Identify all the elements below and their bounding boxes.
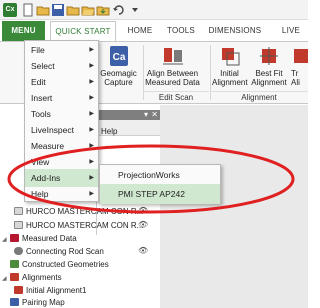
visibility-eye-icon[interactable]: 👁 xyxy=(138,246,148,255)
tree-item-label: HURCO MASTERCAM CON R... xyxy=(26,207,144,216)
tree-item-constructed-geometries[interactable]: Constructed Geometries xyxy=(2,259,109,271)
menu-item-label: Measure xyxy=(31,141,65,151)
align-between-icon xyxy=(162,48,183,65)
best-fit-icon xyxy=(260,47,278,65)
tab-quick-start[interactable]: QUICK START xyxy=(50,21,116,41)
chevron-right-icon: ▶ xyxy=(89,191,94,197)
add-ins-submenu: ProjectionWorks PMI STEP AP242 xyxy=(99,164,221,204)
help-panel-header: Help xyxy=(97,120,160,136)
tab-menu[interactable]: MENU xyxy=(2,21,45,41)
align-between-label: Align Between Measured Data xyxy=(145,69,200,87)
open-icon[interactable] xyxy=(36,3,50,17)
menu-item-label: Tools xyxy=(31,109,51,119)
tab-live[interactable]: LIVE xyxy=(274,21,308,41)
trailing-label: Tr Ali xyxy=(291,69,300,87)
cad-part-icon xyxy=(14,207,23,215)
geomagic-capture-label: Geomagic Capture xyxy=(100,69,137,87)
submenu-item-pmi-step-ap242[interactable]: PMI STEP AP242 xyxy=(100,184,220,204)
tree-item-initial-alignment1[interactable]: Initial Alignment1 xyxy=(14,285,86,297)
menu-item-label: File xyxy=(31,45,45,55)
align-between-button[interactable]: Align Between Measured Data xyxy=(141,45,204,87)
best-fit-alignment-button[interactable]: Best Fit Alignment xyxy=(249,45,289,87)
main-menu-dropdown: File ▶ Select ▶ Edit ▶ Insert ▶ Tools ▶ LiveI… xyxy=(24,40,99,202)
tree-item-pairing-map[interactable]: Pairing Map xyxy=(2,297,65,308)
tree-item-label: HURCO MASTERCAM CON R... xyxy=(26,221,144,230)
visibility-eye-icon[interactable]: 👁 xyxy=(138,220,148,229)
save-icon[interactable] xyxy=(51,3,65,17)
close-icon[interactable]: ✕ xyxy=(151,111,158,119)
trailing-button[interactable]: Tr Ali xyxy=(291,45,308,87)
tree-item-label: Constructed Geometries xyxy=(22,260,109,269)
menu-item-label: Add-Ins xyxy=(31,173,61,183)
initial-alignment-icon xyxy=(221,48,239,66)
panel-header: ▾ ✕ xyxy=(96,110,160,120)
geomagic-capture-button[interactable]: Ca Geomagic Capture xyxy=(96,45,141,87)
initial-alignment-button[interactable]: Initial Alignment xyxy=(212,45,248,87)
alignment-icon xyxy=(10,273,19,281)
tree-item-label: Pairing Map xyxy=(22,298,65,307)
svg-text:Ca: Ca xyxy=(112,52,125,63)
new-file-icon[interactable] xyxy=(21,3,35,17)
tab-home[interactable]: HOME xyxy=(122,21,158,41)
tree-item-label: Connecting Rod Scan xyxy=(26,247,104,256)
app-logo-icon: Cx xyxy=(3,3,17,17)
folder-icon[interactable] xyxy=(66,3,80,17)
measured-data-icon xyxy=(10,234,19,242)
tree-item-alignments[interactable]: ◢ Alignments xyxy=(2,272,62,284)
help-label: Help xyxy=(101,127,118,136)
menu-item-help[interactable]: Help ▶ xyxy=(25,185,98,203)
ribbon-tabs: MENU QUICK START HOME TOOLS DIMENSIONS L… xyxy=(0,21,308,41)
scan-icon xyxy=(14,247,23,255)
menu-item-label: View xyxy=(31,157,50,167)
viewport-area xyxy=(160,105,308,308)
geometry-icon xyxy=(10,260,19,268)
visibility-eye-icon[interactable]: 👁 xyxy=(138,206,148,215)
tab-dimensions[interactable]: DIMENSIONS xyxy=(203,21,267,41)
dropdown-arrow-icon[interactable] xyxy=(128,3,142,17)
edit-scan-group-label: Edit Scan xyxy=(143,91,209,103)
tree-item-label: Measured Data xyxy=(22,234,77,243)
pairing-map-icon xyxy=(10,298,19,306)
tree-item-label: Initial Alignment1 xyxy=(26,286,87,295)
menu-item-label: Help xyxy=(31,189,49,199)
folder-download-icon[interactable] xyxy=(96,3,110,17)
expand-icon[interactable]: ◢ xyxy=(2,234,10,246)
undo-icon[interactable] xyxy=(112,3,126,17)
menu-item-label: Select xyxy=(31,61,55,71)
cad-part-icon xyxy=(14,221,23,229)
alignment-group-label: Alignment xyxy=(210,91,308,103)
title-bar: Cx xyxy=(0,0,308,20)
pin-icon[interactable]: ▾ xyxy=(144,111,148,119)
tree-item-connecting-rod-scan[interactable]: Connecting Rod Scan xyxy=(14,246,104,258)
capture-icon: Ca xyxy=(109,46,128,66)
alignment-icon xyxy=(14,286,23,294)
tree-item-hurco-2[interactable]: HURCO MASTERCAM CON R... xyxy=(14,220,143,232)
tab-tools[interactable]: TOOLS xyxy=(163,21,199,41)
trailing-icon xyxy=(293,49,308,63)
tree-item-label: Alignments xyxy=(22,273,62,282)
best-fit-alignment-label: Best Fit Alignment xyxy=(251,69,287,87)
folder-open-icon[interactable] xyxy=(81,3,95,17)
initial-alignment-label: Initial Alignment xyxy=(212,69,248,87)
submenu-item-projectionworks[interactable]: ProjectionWorks xyxy=(100,165,220,185)
menu-item-label: Edit xyxy=(31,77,46,87)
tree-item-hurco-1[interactable]: HURCO MASTERCAM CON R... xyxy=(14,206,143,218)
menu-item-label: Insert xyxy=(31,93,53,103)
tree-item-measured-data[interactable]: ◢ Measured Data xyxy=(2,233,77,245)
menu-item-label: LiveInspect xyxy=(31,125,74,135)
expand-icon[interactable]: ◢ xyxy=(2,273,10,285)
